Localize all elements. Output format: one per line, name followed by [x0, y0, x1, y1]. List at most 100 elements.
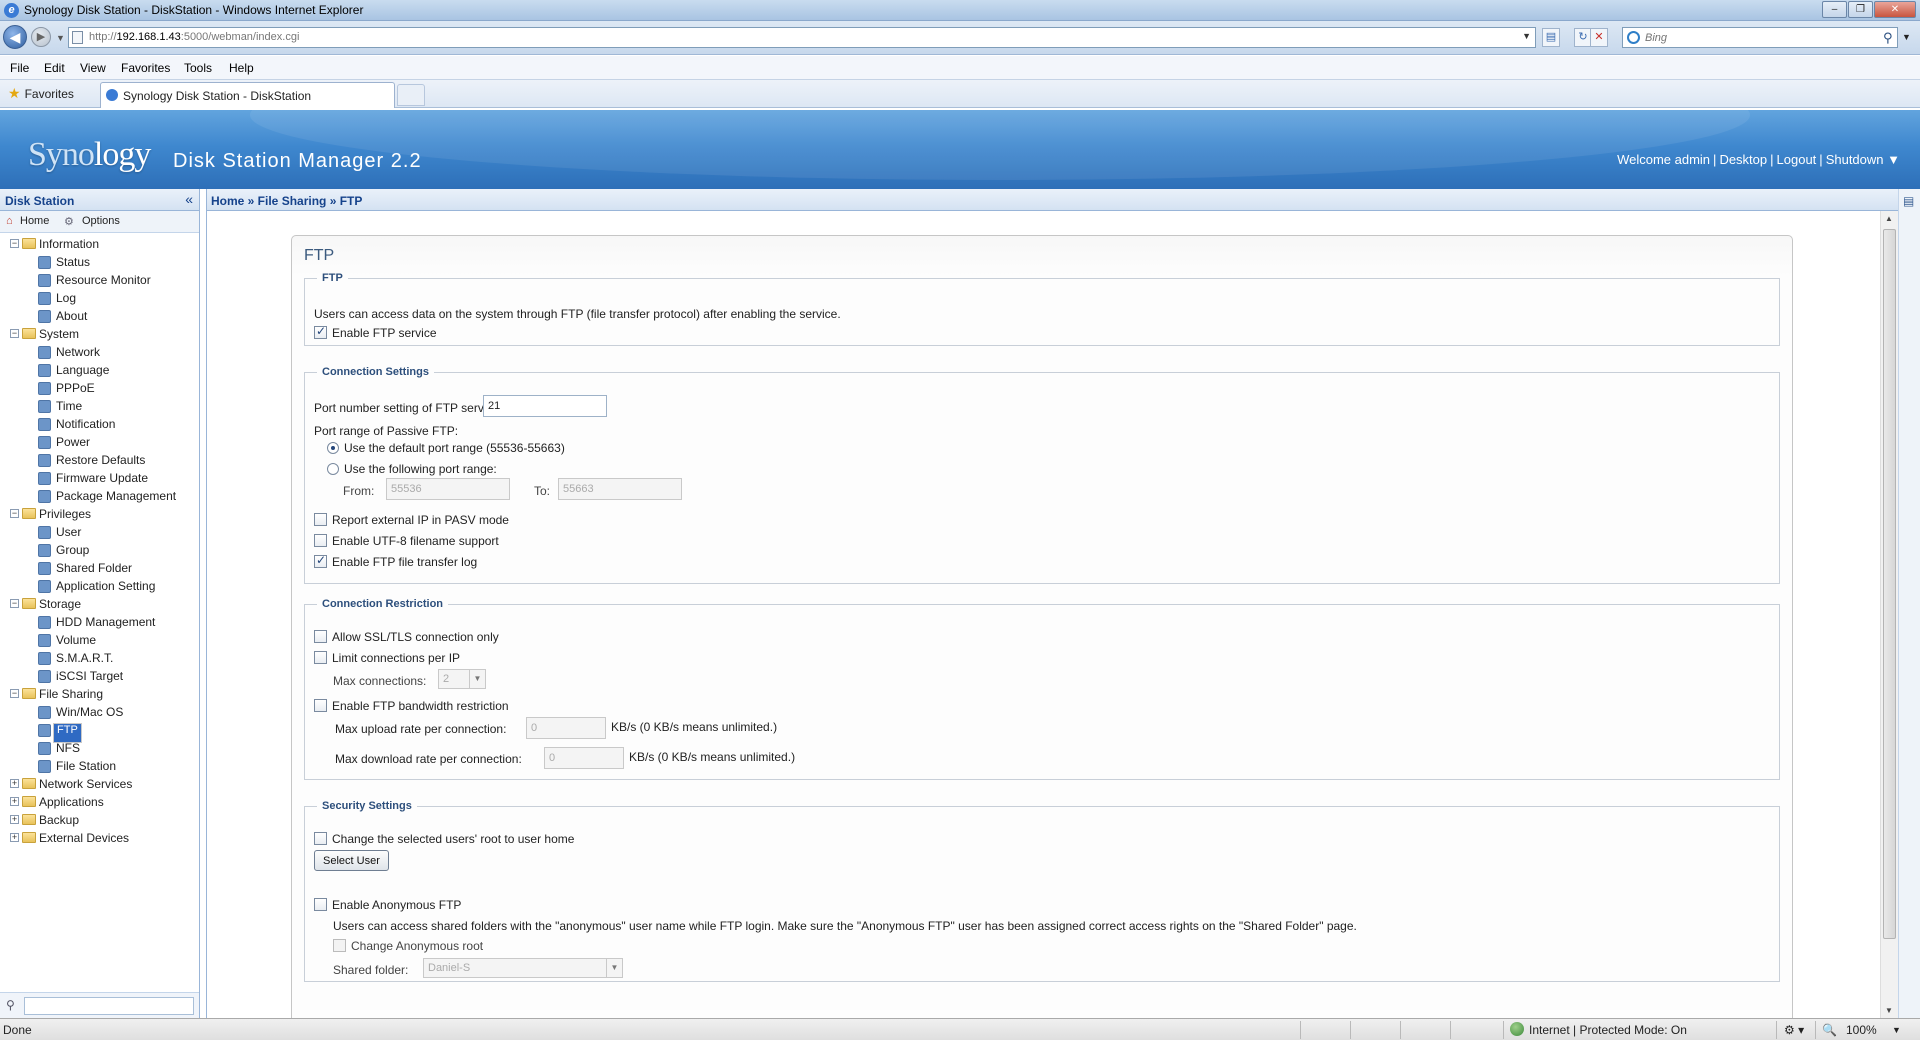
- close-window-button[interactable]: ✕: [1874, 1, 1916, 18]
- minimize-button[interactable]: –: [1822, 1, 1847, 18]
- tree-item[interactable]: Language: [0, 361, 199, 379]
- anonymous-root-option[interactable]: Change Anonymous root: [333, 939, 483, 953]
- tree-folder[interactable]: − System: [0, 325, 199, 343]
- limit-connections-checkbox[interactable]: [314, 651, 327, 664]
- vertical-scrollbar[interactable]: ▲ ▼: [1880, 211, 1898, 1018]
- home-button[interactable]: Home: [20, 215, 49, 227]
- tree-item[interactable]: Win/Mac OS: [0, 703, 199, 721]
- default-range-option[interactable]: Use the default port range (55536-55663): [327, 441, 565, 455]
- anonymous-ftp-checkbox[interactable]: [314, 898, 327, 911]
- user-root-checkbox[interactable]: [314, 832, 327, 845]
- scrollbar-thumb[interactable]: [1883, 229, 1896, 939]
- utf8-checkbox[interactable]: [314, 534, 327, 547]
- expand-icon[interactable]: +: [10, 815, 19, 824]
- compatibility-view-icon[interactable]: ▤: [1542, 28, 1560, 47]
- custom-range-option[interactable]: Use the following port range:: [327, 462, 497, 476]
- back-button[interactable]: ◀: [3, 25, 27, 49]
- pasv-ip-checkbox[interactable]: [314, 513, 327, 526]
- tree-item[interactable]: Network: [0, 343, 199, 361]
- expand-icon[interactable]: +: [10, 833, 19, 842]
- collapse-sidebar-icon[interactable]: «: [185, 191, 193, 207]
- menu-favorites[interactable]: Favorites: [121, 61, 170, 75]
- limit-connections-option[interactable]: Limit connections per IP: [314, 651, 460, 665]
- tree-item[interactable]: Package Management: [0, 487, 199, 505]
- recent-pages-dropdown-icon[interactable]: ▼: [56, 33, 65, 43]
- zoom-level[interactable]: 100%: [1846, 1023, 1877, 1037]
- tree-item[interactable]: Application Setting: [0, 577, 199, 595]
- search-options-dropdown-icon[interactable]: ▼: [1902, 32, 1911, 42]
- tree-folder[interactable]: − Privileges: [0, 505, 199, 523]
- port-input[interactable]: [483, 395, 607, 417]
- address-bar[interactable]: http://192.168.1.43:5000/webman/index.cg…: [68, 27, 1536, 48]
- menu-edit[interactable]: Edit: [44, 61, 65, 75]
- to-port-input[interactable]: [558, 478, 682, 500]
- logout-link[interactable]: Logout: [1777, 152, 1817, 167]
- sidebar-search-input[interactable]: [24, 997, 194, 1015]
- tree-item[interactable]: Group: [0, 541, 199, 559]
- tree-item[interactable]: Restore Defaults: [0, 451, 199, 469]
- maximize-button[interactable]: ❐: [1848, 1, 1873, 18]
- tree-item[interactable]: User: [0, 523, 199, 541]
- collapse-icon[interactable]: −: [10, 689, 19, 698]
- menu-file[interactable]: File: [10, 61, 29, 75]
- bandwidth-option[interactable]: Enable FTP bandwidth restriction: [314, 699, 509, 713]
- ssl-only-option[interactable]: Allow SSL/TLS connection only: [314, 630, 499, 644]
- tree-item[interactable]: Volume: [0, 631, 199, 649]
- tree-item[interactable]: S.M.A.R.T.: [0, 649, 199, 667]
- pasv-ip-option[interactable]: Report external IP in PASV mode: [314, 513, 509, 527]
- tree-item[interactable]: PPPoE: [0, 379, 199, 397]
- tree-folder[interactable]: − Storage: [0, 595, 199, 613]
- options-icon[interactable]: ⚙: [64, 215, 74, 228]
- address-dropdown-icon[interactable]: ▼: [1522, 31, 1531, 41]
- tree-item[interactable]: Log: [0, 289, 199, 307]
- tree-item[interactable]: Firmware Update: [0, 469, 199, 487]
- collapse-icon[interactable]: −: [10, 509, 19, 518]
- transfer-log-checkbox[interactable]: [314, 553, 327, 568]
- tree-item[interactable]: Time: [0, 397, 199, 415]
- max-connections-select[interactable]: 2 ▼: [438, 669, 486, 689]
- tree-folder[interactable]: + Network Services: [0, 775, 199, 793]
- download-rate-input[interactable]: [544, 747, 624, 769]
- tree-folder[interactable]: + Applications: [0, 793, 199, 811]
- tree-item[interactable]: Status: [0, 253, 199, 271]
- menu-help[interactable]: Help: [229, 61, 254, 75]
- tree-item[interactable]: Power: [0, 433, 199, 451]
- tree-item[interactable]: HDD Management: [0, 613, 199, 631]
- upload-rate-input[interactable]: [526, 717, 606, 739]
- tree-folder[interactable]: + External Devices: [0, 829, 199, 847]
- enable-ftp-checkbox[interactable]: [314, 324, 327, 339]
- expand-icon[interactable]: +: [10, 779, 19, 788]
- select-user-button[interactable]: Select User: [314, 850, 389, 871]
- options-button[interactable]: Options: [82, 215, 120, 227]
- scroll-up-icon[interactable]: ▲: [1885, 214, 1893, 223]
- zoom-dropdown-icon[interactable]: ▼: [1892, 1025, 1901, 1035]
- tree-folder[interactable]: − Information: [0, 235, 199, 253]
- custom-range-radio[interactable]: [327, 463, 339, 475]
- home-icon[interactable]: ⌂: [6, 215, 13, 227]
- search-go-icon[interactable]: ⚲: [1883, 30, 1893, 46]
- user-root-option[interactable]: Change the selected users' root to user …: [314, 832, 574, 846]
- scroll-down-icon[interactable]: ▼: [1885, 1006, 1893, 1015]
- from-port-input[interactable]: [386, 478, 510, 500]
- desktop-link[interactable]: Desktop: [1719, 152, 1767, 167]
- shared-folder-select[interactable]: Daniel-S ▼: [423, 958, 623, 978]
- favorites-button[interactable]: ★ Favorites: [8, 85, 74, 102]
- ssl-only-checkbox[interactable]: [314, 630, 327, 643]
- menu-view[interactable]: View: [80, 61, 106, 75]
- tree-item[interactable]: Resource Monitor: [0, 271, 199, 289]
- default-range-radio[interactable]: [327, 442, 339, 454]
- collapse-icon[interactable]: −: [10, 329, 19, 338]
- shutdown-menu[interactable]: Shutdown ▼: [1826, 152, 1900, 167]
- protected-mode-icon[interactable]: ⚙ ▾: [1784, 1023, 1804, 1037]
- collapse-icon[interactable]: −: [10, 239, 19, 248]
- breadcrumb-text[interactable]: Home » File Sharing » FTP: [211, 194, 362, 208]
- anonymous-root-checkbox[interactable]: [333, 939, 346, 952]
- help-book-icon[interactable]: ▤: [1903, 194, 1914, 208]
- forward-button[interactable]: ▶: [31, 27, 51, 47]
- url-text[interactable]: http://192.168.1.43:5000/webman/index.cg…: [89, 31, 299, 43]
- tree-item[interactable]: About: [0, 307, 199, 325]
- tree-item[interactable]: FTP: [0, 721, 199, 743]
- tree-folder[interactable]: + Backup: [0, 811, 199, 829]
- tree-item[interactable]: Shared Folder: [0, 559, 199, 577]
- stop-icon[interactable]: ✕: [1590, 28, 1608, 47]
